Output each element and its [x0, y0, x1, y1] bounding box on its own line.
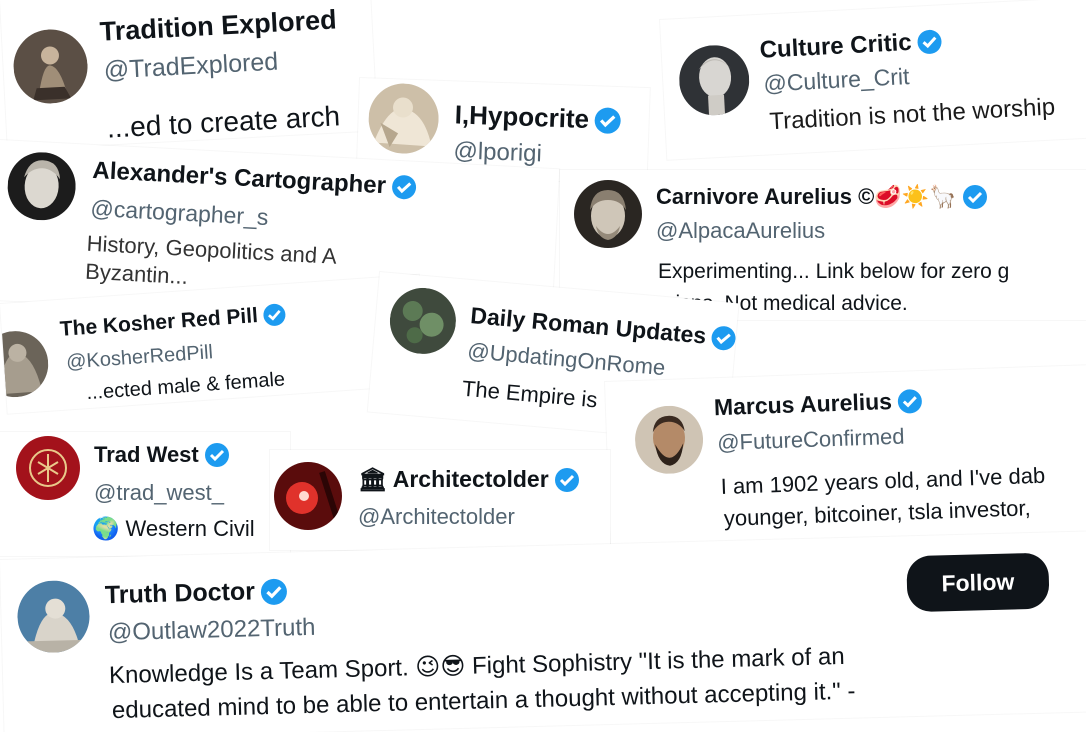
profile-card-truth-doctor[interactable]: Truth Doctor @Outlaw2022Truth Knowledge … [0, 531, 1086, 732]
profile-card-marcus[interactable]: Marcus Aurelius @FutureConfirmed I am 19… [605, 364, 1086, 552]
profile-bio: ...ed to create arch [106, 100, 341, 144]
profile-name[interactable]: The Kosher Red Pill [59, 302, 287, 342]
verified-badge-icon [554, 467, 579, 492]
profile-name[interactable]: 🏛 Architectolder [358, 466, 579, 493]
thinker-statue-avatar[interactable] [16, 579, 91, 654]
profile-handle[interactable]: @TradExplored [103, 48, 279, 86]
verified-badge-icon [204, 443, 229, 467]
statue-avatar[interactable] [11, 27, 90, 106]
profile-name[interactable]: Culture Critic [759, 27, 943, 64]
profile-name[interactable]: Marcus Aurelius [713, 387, 923, 421]
profile-bio: The Empire is [461, 375, 599, 413]
david-statue-avatar[interactable] [677, 43, 752, 118]
profile-collage: Tradition Explored @TradExplored ...ed t… [0, 0, 1086, 732]
green-texture-avatar[interactable] [387, 285, 459, 357]
aurelius-bust-avatar[interactable] [574, 180, 642, 248]
trad-west-emblem-avatar[interactable] [16, 436, 80, 500]
verified-badge-icon [260, 578, 288, 605]
profile-bio-line-1: I am 1902 years old, and I've dab [720, 462, 1046, 500]
profile-card-tradition-explored[interactable]: Tradition Explored @TradExplored ...ed t… [0, 0, 378, 150]
verified-badge-icon [916, 29, 943, 55]
alexander-bust-avatar[interactable] [5, 150, 78, 222]
profile-handle[interactable]: @Architectolder [358, 504, 515, 530]
profile-handle[interactable]: @KosherRedPill [65, 341, 213, 374]
profile-card-trad-west[interactable]: Trad West @trad_west_ 🌍 Western Civil [0, 432, 290, 556]
profile-name[interactable]: Alexander's Cartographer [92, 157, 417, 202]
verified-badge-icon [594, 106, 622, 134]
marble-sculpture-avatar[interactable] [367, 82, 440, 155]
profile-bio: Tradition is not the worship [768, 93, 1056, 136]
profile-handle[interactable]: @Culture_Crit [763, 63, 910, 98]
verified-badge-icon [962, 185, 987, 209]
profile-handle[interactable]: @trad_west_ [94, 480, 224, 506]
profile-bio-line-2: younger, bitcoiner, tsla investor, [723, 495, 1032, 531]
profile-bio-line-1: Experimenting... Link below for zero g [658, 260, 1010, 283]
profile-handle[interactable]: @FutureConfirmed [717, 424, 905, 457]
profile-name[interactable]: Tradition Explored [99, 4, 337, 47]
profile-name[interactable]: I,Hypocrite [454, 99, 622, 136]
profile-handle[interactable]: @Outlaw2022Truth [108, 614, 316, 647]
profile-bio: 🌍 Western Civil [92, 516, 255, 541]
profile-handle[interactable]: @AlpacaAurelius [656, 218, 825, 244]
follow-button[interactable]: Follow [906, 552, 1050, 613]
verified-badge-icon [263, 303, 287, 327]
profile-handle[interactable]: @cartographer_s [90, 195, 269, 231]
verified-badge-icon [897, 388, 923, 414]
profile-name[interactable]: Carnivore Aurelius ©🥩☀️🦙 [656, 184, 987, 210]
bearded-man-avatar[interactable] [633, 404, 705, 475]
red-light-avatar[interactable] [274, 462, 342, 530]
profile-name[interactable]: Truth Doctor [105, 577, 288, 611]
profile-card-architectolder[interactable]: 🏛 Architectolder @Architectolder [270, 450, 610, 550]
profile-card-culture-critic[interactable]: Culture Critic @Culture_Crit Tradition i… [660, 0, 1086, 160]
profile-handle[interactable]: @UpdatingOnRome [466, 338, 666, 381]
classical-figure-avatar[interactable] [0, 328, 51, 400]
profile-name[interactable]: Trad West [94, 442, 229, 468]
verified-badge-icon [391, 174, 417, 200]
profile-bio: ...ected male & female [85, 368, 286, 405]
profile-bio-line-2: Byzantin... [84, 258, 189, 290]
verified-badge-icon [711, 324, 738, 351]
